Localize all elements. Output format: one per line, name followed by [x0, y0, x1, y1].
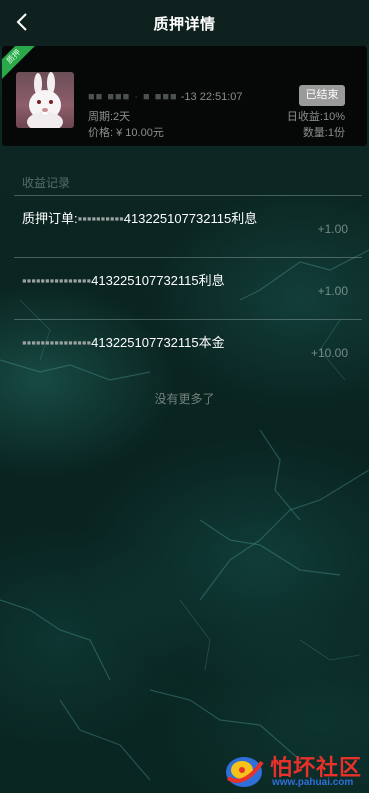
back-button[interactable]	[12, 10, 32, 34]
status-badge: 已结束	[299, 85, 345, 106]
record-amount: +1.00	[317, 222, 348, 236]
record-title: 质押订单:▪▪▪▪▪▪▪▪▪▪413225107732115利息	[22, 211, 258, 226]
watermark: 怕坏社区 www.pahuai.com	[222, 748, 367, 792]
price-text: 价格: ¥ 10.00元	[88, 127, 164, 139]
quantity-text: 数量:1份	[302, 127, 345, 139]
records-section-label: 收益记录	[22, 176, 71, 190]
chevron-left-icon	[16, 13, 27, 31]
record-row: 质押订单:▪▪▪▪▪▪▪▪▪▪413225107732115利息 +1.00	[14, 195, 362, 257]
record-title: ▪▪▪▪▪▪▪▪▪▪▪▪▪▪▪413225107732115利息	[22, 273, 225, 288]
daily-yield-text: 日收益:10%	[286, 111, 345, 123]
record-amount: +1.00	[317, 284, 348, 298]
record-row: ▪▪▪▪▪▪▪▪▪▪▪▪▪▪▪413225107732115利息 +1.00	[14, 257, 362, 319]
watermark-logo-icon	[226, 757, 264, 787]
period-text: 周期:2天	[88, 111, 131, 123]
masked-order-id: ▪▪▪▪▪▪▪▪▪▪▪▪▪▪▪	[22, 273, 92, 288]
masked-order-id: ▪▪▪▪▪▪▪▪▪▪▪▪▪▪▪	[22, 335, 92, 350]
product-image	[16, 72, 74, 128]
record-title: ▪▪▪▪▪▪▪▪▪▪▪▪▪▪▪413225107732115本金	[22, 335, 225, 350]
record-row: ▪▪▪▪▪▪▪▪▪▪▪▪▪▪▪413225107732115本金 +10.00	[14, 319, 362, 381]
watermark-url: www.pahuai.com	[272, 777, 354, 788]
top-bar: 质押详情	[0, 0, 369, 46]
page-title: 质押详情	[153, 15, 216, 33]
record-amount: +10.00	[310, 346, 348, 360]
product-name: ■■ ■■■ · ■ ■■■ -13 22:51:07	[88, 91, 243, 103]
masked-order-id: ▪▪▪▪▪▪▪▪▪▪	[77, 211, 124, 226]
no-more-text: 没有更多了	[154, 392, 215, 406]
product-card: 质押 ■■ ■■■ · ■ ■■■ -13 22:51:07 已结束 周期:2天…	[2, 46, 367, 146]
